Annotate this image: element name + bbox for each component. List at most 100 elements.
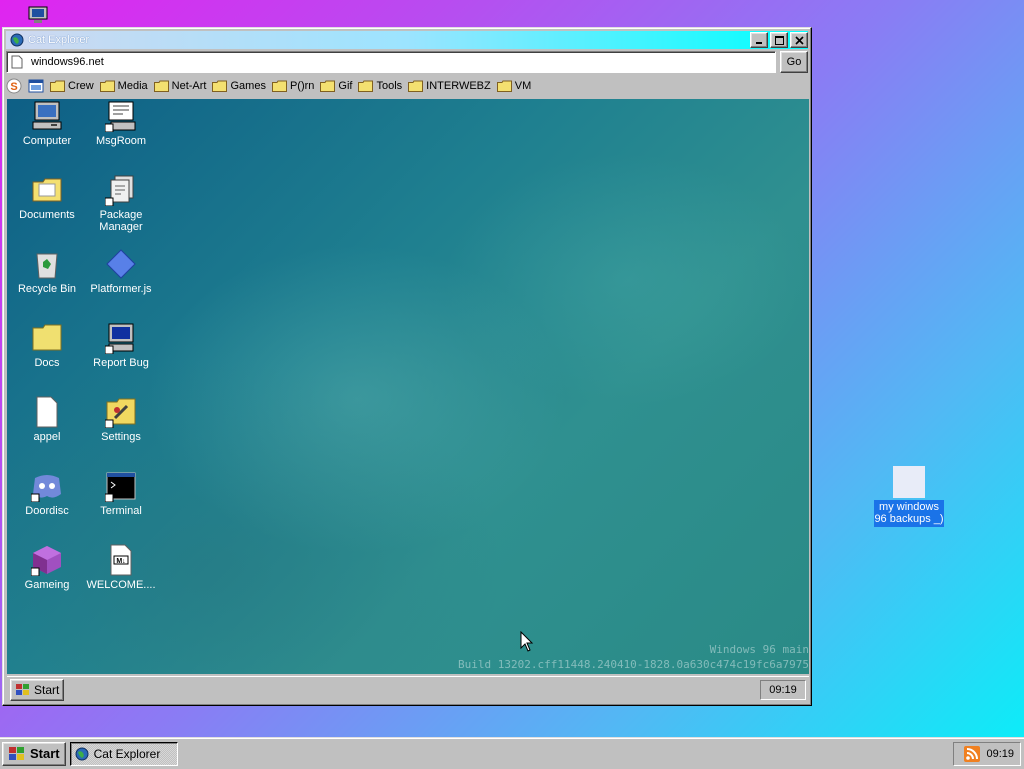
package-manager-icon [105,175,134,206]
link-crew[interactable]: Crew [50,80,94,92]
system-tray: 09:19 [953,741,1021,766]
icon-label: Documents [19,209,75,221]
taskbar: Start Cat Explorer 09:19 [0,737,1024,769]
window-app-icon[interactable] [28,78,44,94]
s-logo-icon[interactable]: S [6,78,22,94]
start-logo-icon [16,684,29,695]
desktop-icon-doordisc[interactable]: Doordisc [9,469,85,517]
globe-icon [75,747,89,760]
link-p-rn[interactable]: P()rn [271,80,314,92]
cat-explorer-window[interactable]: Cat Explorer windows96.net Go S Crew Med… [2,27,812,706]
icon-label: Doordisc [25,505,69,517]
blank-file-icon [893,466,925,498]
go-button[interactable]: Go [780,51,808,73]
desktop-icon-gameing[interactable]: Gameing [9,543,85,591]
svg-text:M↓: M↓ [116,558,125,565]
desktop-icon-appel[interactable]: appel [9,395,85,443]
document-icon [36,396,58,428]
settings-icon [105,398,136,428]
rss-icon[interactable] [964,745,981,762]
markdown-file-icon: M↓ [110,544,132,576]
icon-label: Docs [34,357,60,369]
taskbar-clock: 09:19 [986,747,1014,760]
desktop-icon-platformer[interactable]: Platformer.js [83,247,159,295]
terminal-icon [105,472,136,502]
folder-icon [50,80,65,92]
folder-icon [212,80,228,92]
mouse-cursor-icon [520,631,534,652]
folder-icon [99,80,115,92]
icon-label: Gameing [24,579,70,591]
page-icon [11,55,23,69]
icon-label: Recycle Bin [17,283,77,295]
desktop-icon-settings[interactable]: Settings [83,395,159,443]
window-title: Cat Explorer [28,34,90,46]
icon-label: Platformer.js [90,283,152,295]
icon-label: Terminal [100,505,142,517]
inner-taskbar: Start 09:19 [7,676,809,703]
build-name: Windows 96 main [709,643,809,656]
cube-icon [31,546,61,576]
icon-label: Report Bug [93,357,149,369]
link-games[interactable]: Games [212,80,266,92]
desktop-icon-computer[interactable]: Computer [9,99,85,147]
discord-icon [31,475,61,502]
link-gif[interactable]: Gif [320,80,352,92]
desktop-icon-report-bug[interactable]: Report Bug [83,321,159,369]
minimize-button[interactable] [750,32,768,48]
icon-label: appel [33,431,61,443]
taskbar-item-cat-explorer[interactable]: Cat Explorer [69,741,178,766]
links-bar: S Crew Media Net-Art Games P()rn Gif Too… [6,76,808,96]
address-text: windows96.net [31,56,104,68]
desktop-icon-msgroom[interactable]: MsgRoom [83,99,159,147]
folder-icon [153,80,169,92]
folder-icon [32,324,62,351]
icon-label: my windows 96 backups _) [874,500,944,527]
icon-label: MsgRoom [95,135,147,147]
maximize-button[interactable] [770,32,788,48]
start-logo-icon [9,746,24,760]
close-icon [794,35,804,45]
build-number: Build 13202.cff11448.240410-1828.0a630c4… [458,658,809,671]
desktop-icon-documents[interactable]: Documents [9,173,85,221]
start-button[interactable]: Start [2,741,66,766]
desktop-computer-icon[interactable] [28,6,48,24]
address-bar: windows96.net Go [6,51,808,73]
maximize-icon [774,35,784,45]
svg-text:S: S [10,81,17,93]
desktop-icon-package-manager[interactable]: Package Manager [83,173,159,233]
report-bug-icon [105,323,134,354]
icon-label: Settings [101,431,141,443]
icon-label: Package Manager [99,209,143,233]
computer-icon [32,101,62,130]
folder-icon [320,80,336,92]
msgroom-icon [105,101,136,132]
desktop-icon-welcome[interactable]: M↓ WELCOME.... [83,543,159,591]
link-interwebz[interactable]: INTERWEBZ [408,80,491,92]
address-input[interactable]: windows96.net [6,51,776,73]
inner-start-button[interactable]: Start [10,679,65,701]
inner-clock: 09:19 [760,680,806,700]
link-net-art[interactable]: Net-Art [153,80,206,92]
web-content-area: Computer Documents Recycle Bin Docs appe… [7,99,809,674]
link-media[interactable]: Media [99,80,148,92]
desktop-icon-docs[interactable]: Docs [9,321,85,369]
minimize-icon [756,42,762,44]
link-vm[interactable]: VM [496,80,531,92]
icon-label: WELCOME.... [86,579,156,591]
link-tools[interactable]: Tools [358,80,402,92]
desktop-icon-terminal[interactable]: Terminal [83,469,159,517]
folder-icon [358,80,374,92]
desktop-icon-backups[interactable]: my windows 96 backups _) [874,466,944,527]
recycle-bin-icon [36,253,58,279]
globe-icon [10,33,24,47]
platformer-icon [106,249,136,279]
folder-icon [408,80,424,92]
documents-folder-icon [32,178,62,202]
desktop-icon-recycle-bin[interactable]: Recycle Bin [9,247,85,295]
folder-icon [496,80,512,92]
folder-icon [271,80,287,92]
close-button[interactable] [790,32,808,48]
window-titlebar[interactable]: Cat Explorer [6,31,808,49]
icon-label: Computer [22,135,72,147]
